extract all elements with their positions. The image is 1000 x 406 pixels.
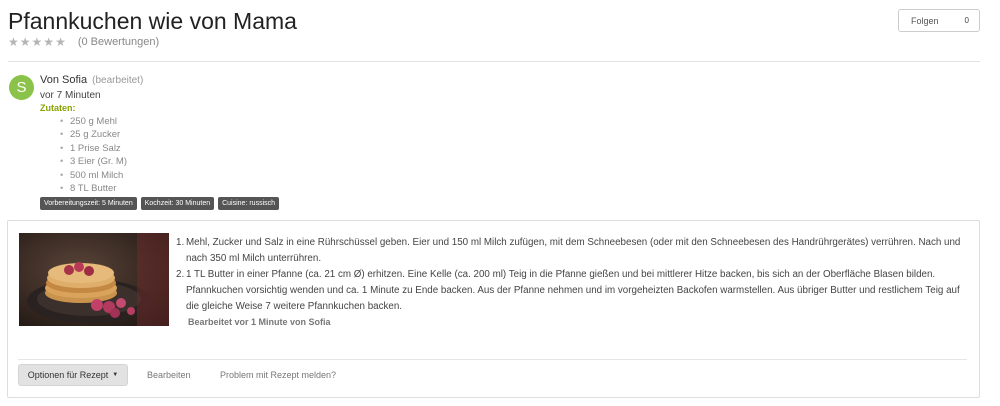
star-icon[interactable]: ★ [55, 36, 66, 48]
ingredient-item: 250 g Mehl [60, 115, 127, 129]
steps-list: 1. Mehl, Zucker und Salz in eine Rührschü… [176, 235, 964, 315]
step-item: 1. Mehl, Zucker und Salz in eine Rührschü… [176, 237, 961, 264]
star-icon[interactable]: ★ [8, 36, 19, 48]
tag-cook-time: Kochzeit: 30 Minuten [140, 197, 215, 210]
author-line: Von Sofia (bearbeitet) [40, 74, 143, 86]
rating-count: (0 Bewertungen) [77, 36, 160, 48]
star-rating[interactable]: ★ ★ ★ ★ ★ [8, 36, 66, 48]
star-icon[interactable]: ★ [43, 36, 54, 48]
tag-row: Vorbereitungszeit: 5 Minuten Kochzeit: 3… [40, 197, 280, 210]
step-item: 2. 1 TL Butter in einer Pfanne (ca. 21 cm… [176, 269, 960, 312]
avatar[interactable]: S [9, 75, 34, 100]
step-text: 1 TL Butter in einer Pfanne (ca. 21 cm Ø… [186, 269, 960, 312]
caret-down-icon: ▼ [112, 372, 119, 378]
follow-count: 0 [964, 16, 969, 25]
ingredient-item: 500 ml Milch [60, 169, 127, 183]
ingredients-list: 250 g Mehl 25 g Zucker 1 Prise Salz 3 Ei… [60, 115, 127, 196]
divider [18, 359, 967, 360]
tag-cuisine: Cuisine: russisch [218, 197, 280, 210]
tag-prep-time: Vorbereitungszeit: 5 Minuten [40, 197, 137, 210]
recipe-title: Pfannkuchen wie von Mama [8, 8, 297, 34]
star-icon[interactable]: ★ [32, 36, 43, 48]
star-icon[interactable]: ★ [20, 36, 31, 48]
ingredient-item: 8 TL Butter [60, 182, 127, 196]
edited-label: (bearbeitet) [92, 75, 144, 86]
follow-label: Folgen [911, 15, 939, 26]
post-time: vor 7 Minuten [40, 90, 101, 101]
author-name[interactable]: Von Sofia [40, 74, 87, 86]
pancake-photo [19, 233, 169, 326]
report-problem-link[interactable]: Problem mit Rezept melden? [220, 370, 336, 380]
options-label: Optionen für Rezept [27, 370, 109, 380]
ingredient-item: 25 g Zucker [60, 128, 127, 142]
edit-link[interactable]: Bearbeiten [147, 370, 191, 380]
ingredient-item: 3 Eier (Gr. M) [60, 155, 127, 169]
recipe-card: 1. Mehl, Zucker und Salz in eine Rührschü… [7, 220, 980, 398]
rating-row: ★ ★ ★ ★ ★ (0 Bewertungen) [8, 36, 159, 48]
edited-by-label: Bearbeitet vor 1 Minute von Sofia [188, 317, 331, 327]
ingredients-label: Zutaten: [40, 103, 76, 113]
follow-button[interactable]: Folgen 0 [898, 9, 980, 32]
recipe-options-button[interactable]: Optionen für Rezept ▼ [18, 364, 128, 386]
step-text: Mehl, Zucker und Salz in eine Rührschüss… [186, 237, 961, 264]
ingredient-item: 1 Prise Salz [60, 142, 127, 156]
divider [8, 61, 980, 62]
